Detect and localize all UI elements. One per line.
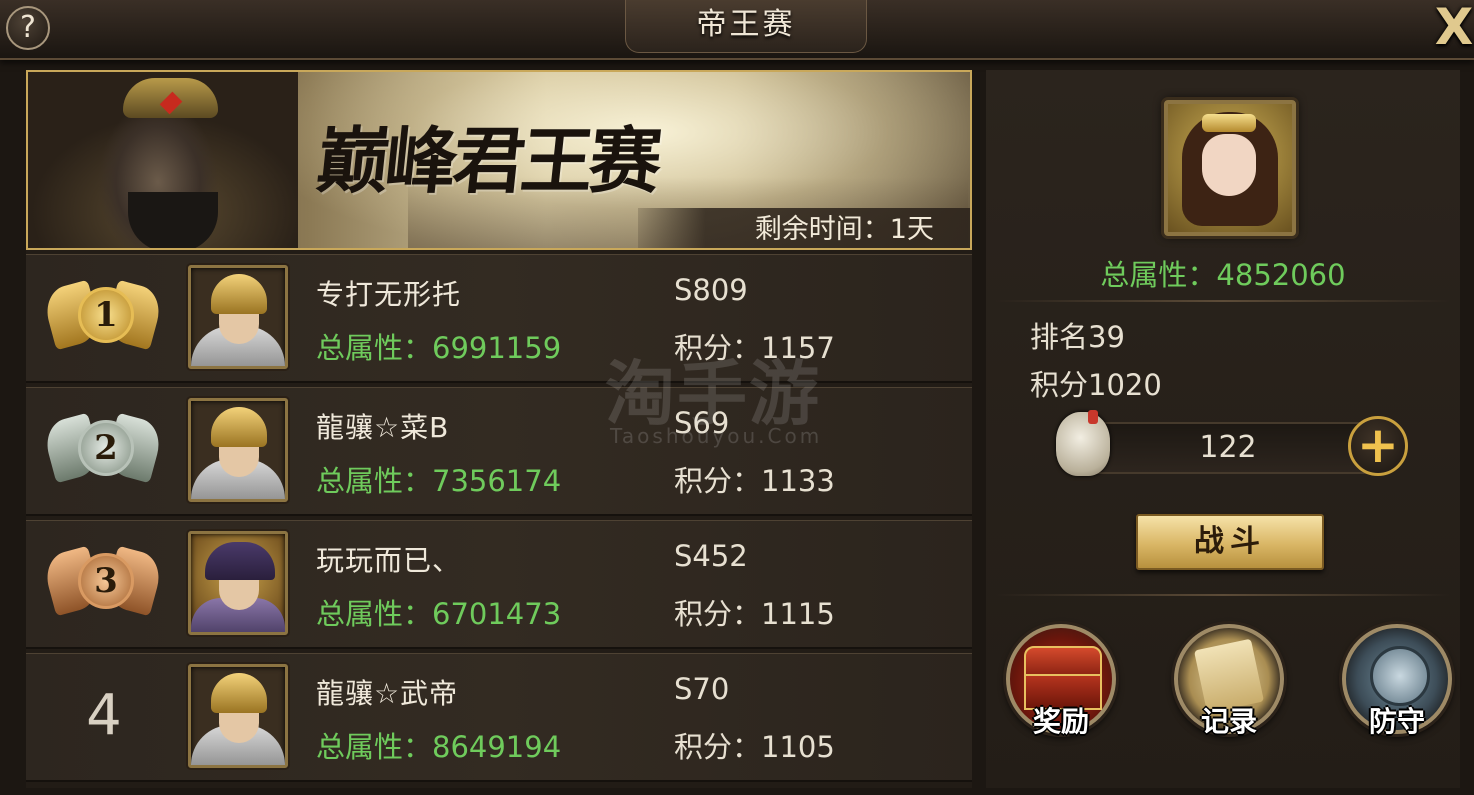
- record-label: 记录: [1200, 705, 1257, 738]
- fight-button[interactable]: 战斗: [1136, 514, 1324, 570]
- player-score: 积分：1105: [674, 730, 835, 764]
- player-score: 积分：1133: [674, 464, 835, 498]
- ranking-panel: 巅峰君王赛 剩余时间：1天 1 专打无形托 总属性：6991159 S809 积…: [26, 70, 972, 788]
- title-plate: 帝王赛: [625, 0, 867, 53]
- defend-label: 防守: [1368, 705, 1425, 738]
- player-power: 总属性：6701473: [316, 597, 562, 631]
- avatar-helmet: [211, 407, 267, 447]
- rank-number: 4: [86, 683, 122, 748]
- player-avatar[interactable]: [188, 398, 288, 502]
- shield-icon: [1370, 646, 1430, 706]
- player-server: S70: [674, 672, 730, 706]
- my-power: 总属性：4852060: [1100, 258, 1346, 292]
- rank-number: 1: [78, 287, 134, 343]
- rank-number: 2: [78, 420, 134, 476]
- my-score: 积分1020: [1030, 368, 1162, 402]
- reward-button[interactable]: 奖励: [1006, 624, 1116, 738]
- ranking-row[interactable]: 2 龍骧☆菜B 总属性：7356174 S69 积分：1133: [26, 387, 972, 516]
- player-score: 积分：1115: [674, 597, 835, 631]
- ticket-count: 122: [1076, 422, 1380, 474]
- player-name: 专打无形托: [316, 278, 462, 311]
- divider: [996, 300, 1450, 302]
- hero-beard: [128, 192, 218, 248]
- player-avatar[interactable]: [188, 664, 288, 768]
- record-button[interactable]: 记录: [1174, 624, 1284, 738]
- event-banner: 巅峰君王赛 剩余时间：1天: [26, 70, 972, 250]
- player-avatar[interactable]: [188, 265, 288, 369]
- player-server: S452: [674, 539, 748, 573]
- my-avatar[interactable]: [1164, 100, 1296, 236]
- avatar-hat: [205, 542, 275, 580]
- ranking-row[interactable]: 3 玩玩而已、 总属性：6701473 S452 积分：1115: [26, 520, 972, 649]
- top-bar: ? 帝王赛 X: [0, 0, 1474, 60]
- ranking-row[interactable]: 1 专打无形托 总属性：6991159 S809 积分：1157: [26, 254, 972, 383]
- close-button[interactable]: X: [1434, 2, 1474, 52]
- add-ticket-button[interactable]: +: [1348, 416, 1408, 476]
- jade-token-icon: [1056, 410, 1110, 476]
- ranking-row[interactable]: 4 龍骧☆武帝 总属性：8649194 S70 积分：1105: [26, 653, 972, 782]
- my-avatar-crown: [1202, 114, 1256, 132]
- watermark-url: Taoshouyou.Com: [610, 424, 823, 448]
- player-power: 总属性：6991159: [316, 331, 562, 365]
- avatar-helmet: [211, 673, 267, 713]
- avatar-helmet: [211, 274, 267, 314]
- rank-medal-silver: 2: [41, 406, 165, 496]
- rank-number: 3: [78, 553, 134, 609]
- my-rank: 排名39: [1030, 320, 1125, 354]
- divider: [996, 594, 1450, 596]
- my-avatar-face: [1202, 134, 1256, 196]
- help-button[interactable]: ?: [6, 6, 50, 50]
- banner-calligraphy-title: 巅峰君王赛: [312, 118, 662, 203]
- rank-medal-gold: 1: [41, 273, 165, 363]
- player-info-panel: 总属性：4852060 排名39 积分1020 122 + 战斗 奖励 记录 防…: [986, 70, 1460, 788]
- player-name: 玩玩而已、: [316, 544, 462, 577]
- page-title: 帝王赛: [696, 7, 796, 42]
- player-avatar[interactable]: [188, 531, 288, 635]
- reward-label: 奖励: [1032, 705, 1089, 738]
- player-name: 龍骧☆菜B: [316, 411, 450, 444]
- banner-hero-art: [28, 72, 298, 248]
- player-power: 总属性：8649194: [316, 730, 562, 764]
- player-name: 龍骧☆武帝: [316, 677, 459, 710]
- rank-medal-bronze: 3: [41, 539, 165, 629]
- player-power: 总属性：7356174: [316, 464, 562, 498]
- player-server: S809: [674, 273, 748, 307]
- defend-button[interactable]: 防守: [1342, 624, 1452, 738]
- time-remaining: 剩余时间：1天: [638, 208, 970, 248]
